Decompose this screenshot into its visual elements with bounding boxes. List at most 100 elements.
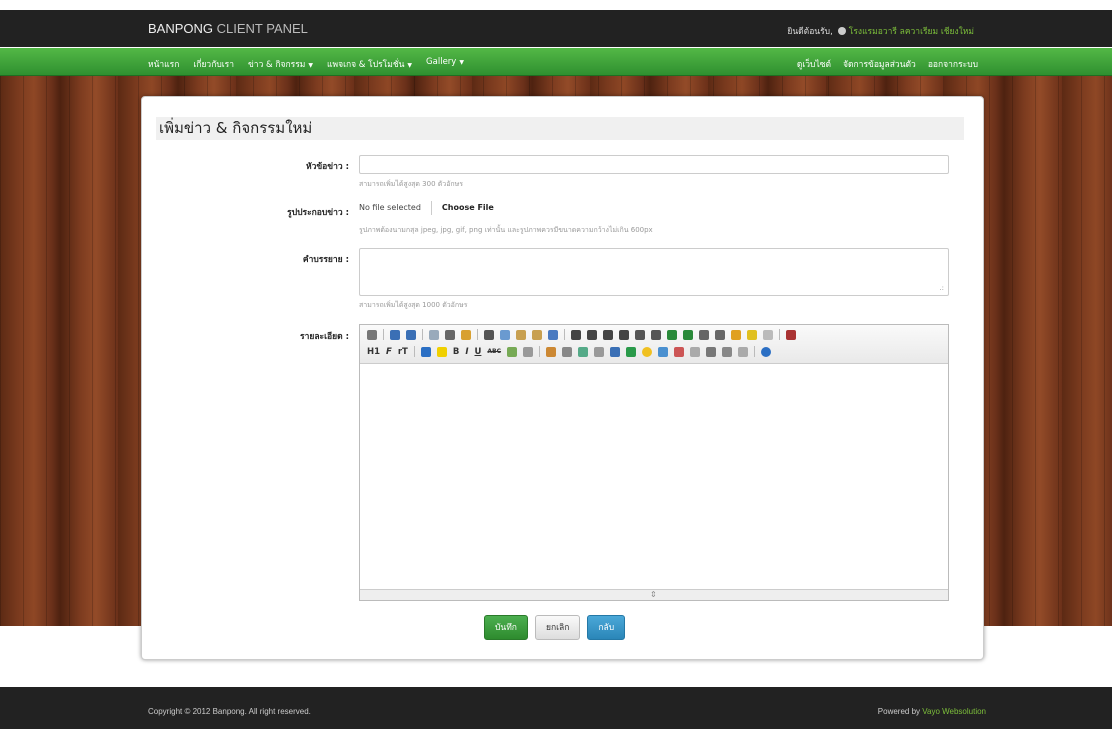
description-help: สามารถเพิ่มได้สูงสุด 1000 ตัวอักษร: [359, 301, 468, 309]
news-image-label: รูปประกอบข่าว :: [287, 208, 349, 218]
copy-icon[interactable]: [500, 329, 510, 340]
undo-icon[interactable]: [390, 329, 400, 340]
select-all-icon[interactable]: [763, 329, 773, 340]
superscript-icon[interactable]: [715, 329, 725, 340]
bullet-list-icon[interactable]: [651, 329, 661, 340]
underline-button[interactable]: U: [475, 347, 482, 357]
page-break-icon[interactable]: [690, 346, 701, 357]
choose-file-button[interactable]: Choose File: [430, 201, 494, 215]
strike-button[interactable]: ABC: [487, 348, 501, 355]
eraser-icon[interactable]: [523, 346, 534, 357]
vendor-link[interactable]: Vayo Websolution: [922, 707, 986, 716]
editor-statusbar: ⇕: [360, 589, 948, 600]
nav-item-label: Gallery: [426, 57, 457, 67]
help-icon[interactable]: [761, 346, 772, 357]
format-dropdown[interactable]: H1: [367, 347, 380, 357]
paste-word-icon[interactable]: [548, 329, 558, 340]
font-dropdown[interactable]: F: [386, 347, 392, 357]
anchor-icon[interactable]: [706, 346, 717, 357]
align-left-icon[interactable]: [571, 329, 581, 340]
align-center-icon[interactable]: [587, 329, 597, 340]
flash-icon[interactable]: [562, 346, 573, 357]
special-char-icon[interactable]: [658, 346, 669, 357]
welcome-area: ยินดีต้อนรับ, โรงแรมอวารี ลควาเรียม เชียง…: [787, 24, 974, 38]
source-icon[interactable]: [367, 329, 377, 340]
user-name-link[interactable]: โรงแรมอวารี ลควาเรียม เชียงใหม่: [849, 27, 974, 37]
toolbar-separator: [539, 346, 541, 357]
template-icon[interactable]: [461, 329, 471, 340]
image-icon[interactable]: [546, 346, 557, 357]
show-blocks-icon[interactable]: [507, 346, 518, 357]
top-bar: BANPONG CLIENT PANEL ยินดีต้อนรับ, โรงแรม…: [0, 10, 1112, 47]
rich-text-editor: H1 F rT B I U ABC ⇕: [359, 324, 949, 601]
nav-item-label: หน้าแรก: [148, 60, 180, 70]
nav-item-home[interactable]: หน้าแรก: [148, 57, 179, 71]
description-label: คำบรรยาย :: [302, 255, 349, 265]
description-textarea[interactable]: .:: [359, 248, 949, 296]
italic-button[interactable]: I: [465, 347, 468, 357]
editor-content-area[interactable]: [360, 364, 948, 590]
align-right-icon[interactable]: [603, 329, 613, 340]
outdent-icon[interactable]: [667, 329, 677, 340]
nav-item-gallery[interactable]: Gallery ▼: [426, 57, 464, 71]
back-button[interactable]: กลับ: [587, 615, 626, 640]
media-icon[interactable]: [578, 346, 589, 357]
print-icon[interactable]: [445, 329, 455, 340]
size-dropdown[interactable]: rT: [398, 347, 408, 357]
save-button[interactable]: บันทึก: [484, 615, 528, 640]
toolbar-separator: [422, 329, 423, 340]
news-title-input[interactable]: [359, 155, 949, 174]
text-color-icon[interactable]: [420, 346, 431, 357]
file-input[interactable]: No file selected Choose File: [359, 201, 494, 215]
cancel-button[interactable]: ยกเลิก: [534, 615, 581, 640]
link-icon[interactable]: [722, 346, 733, 357]
toolbar-separator: [754, 346, 756, 357]
smiley-icon[interactable]: [642, 346, 653, 357]
chevron-down-icon: ▼: [308, 62, 314, 69]
cut-icon[interactable]: [484, 329, 494, 340]
toolbar-row-2: H1 F rT B I U ABC: [367, 346, 772, 357]
chevron-down-icon: ▼: [459, 59, 464, 66]
brand-logo[interactable]: BANPONG CLIENT PANEL: [148, 21, 308, 36]
nav-item-about[interactable]: เกี่ยวกับเรา: [193, 57, 234, 71]
resize-grip-icon[interactable]: ⇕: [650, 590, 657, 599]
numbered-list-icon[interactable]: [635, 329, 645, 340]
user-icon: [837, 27, 846, 35]
maximize-icon[interactable]: [786, 329, 796, 340]
table-icon[interactable]: [610, 346, 621, 357]
toolbar-separator: [413, 346, 415, 357]
brand-suffix: CLIENT PANEL: [213, 21, 308, 36]
main-nav: หน้าแรก เกี่ยวกับเรา ข่าว & กิจกรรม ▼ แพจ…: [0, 48, 1112, 76]
powered-prefix: Powered by: [877, 707, 923, 716]
brand-name: BANPONG: [148, 21, 214, 36]
attachment-icon[interactable]: [594, 346, 605, 357]
nav-item-label: แพจเกจ & โปรโมชั่น: [327, 60, 405, 70]
indent-icon[interactable]: [683, 329, 693, 340]
justify-icon[interactable]: [619, 329, 629, 340]
redo-icon[interactable]: [406, 329, 416, 340]
spellcheck-icon[interactable]: [747, 329, 757, 340]
news-title-help: สามารถเพิ่มได้สูงสุด 300 ตัวอักษร: [359, 180, 464, 188]
view-site-link[interactable]: ดูเว็บไซต์: [797, 57, 831, 71]
bold-button[interactable]: B: [453, 347, 459, 357]
logout-link[interactable]: ออกจากระบบ: [928, 57, 978, 71]
unlink-icon[interactable]: [738, 346, 749, 357]
nav-item-label: เกี่ยวกับเรา: [193, 60, 234, 70]
iframe-icon[interactable]: [674, 346, 685, 357]
subscript-icon[interactable]: [699, 329, 709, 340]
bg-color-icon[interactable]: [436, 346, 447, 357]
toolbar-separator: [779, 329, 780, 340]
horizontal-rule-icon[interactable]: [626, 346, 637, 357]
chevron-down-icon: ▼: [407, 62, 413, 69]
profile-link[interactable]: จัดการข้อมูลส่วนตัว: [843, 57, 916, 71]
nav-item-packages[interactable]: แพจเกจ & โปรโมชั่น ▼: [327, 57, 412, 71]
resize-handle-icon[interactable]: .:: [939, 284, 944, 292]
toolbar-separator: [564, 329, 565, 340]
paste-text-icon[interactable]: [532, 329, 542, 340]
find-icon[interactable]: [429, 329, 439, 340]
toolbar-row-1: [367, 329, 796, 340]
paste-icon[interactable]: [516, 329, 526, 340]
nav-right: ดูเว็บไซต์ จัดการข้อมูลส่วนตัว ออกจากระบ…: [797, 57, 978, 71]
remove-format-icon[interactable]: [731, 329, 741, 340]
nav-item-news[interactable]: ข่าว & กิจกรรม ▼: [248, 57, 313, 71]
